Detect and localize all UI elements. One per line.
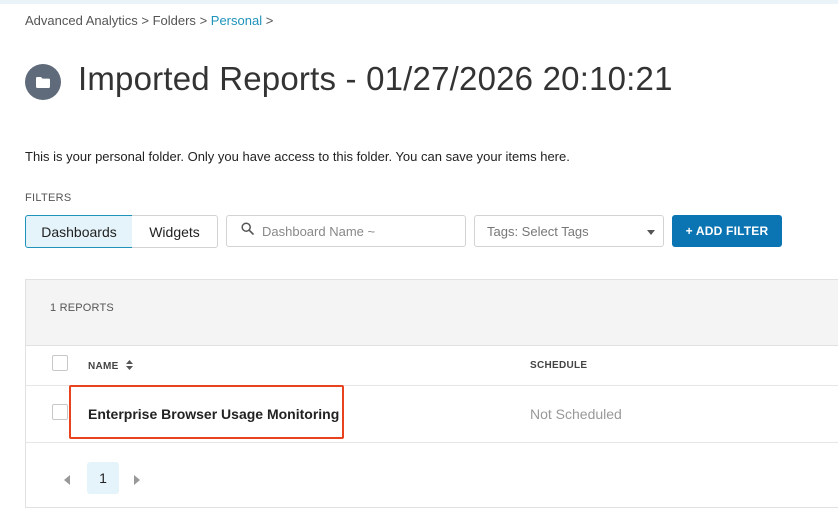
table-header: NAME SCHEDULE	[26, 345, 838, 386]
page-number-button[interactable]: 1	[87, 462, 119, 494]
tags-select[interactable]: Tags: Select Tags	[474, 215, 664, 247]
search-icon	[241, 222, 254, 240]
add-filter-button[interactable]: + ADD FILTER	[672, 215, 782, 247]
column-header-schedule: SCHEDULE	[530, 360, 588, 371]
sort-icon[interactable]	[125, 360, 133, 373]
search-box	[226, 215, 466, 247]
breadcrumb-separator: >	[141, 13, 149, 28]
reports-panel-header: 1 REPORTS	[26, 280, 838, 346]
breadcrumb-advanced-analytics[interactable]: Advanced Analytics	[25, 13, 138, 28]
pagination: 1	[26, 462, 226, 496]
breadcrumb-folders[interactable]: Folders	[153, 13, 196, 28]
report-count: 1 REPORTS	[50, 302, 114, 314]
column-header-name[interactable]: NAME	[88, 360, 133, 373]
tab-widgets[interactable]: Widgets	[132, 215, 218, 248]
breadcrumb: Advanced Analytics > Folders > Personal …	[25, 13, 273, 28]
chevron-right-icon[interactable]	[134, 475, 140, 485]
breadcrumb-separator: >	[265, 13, 274, 28]
top-bar	[0, 0, 838, 4]
breadcrumb-personal[interactable]: Personal	[211, 13, 262, 28]
chevron-down-icon	[647, 230, 655, 235]
folder-description: This is your personal folder. Only you h…	[25, 149, 570, 164]
dashboard-name-search-input[interactable]	[260, 222, 464, 240]
folder-icon	[25, 64, 61, 100]
report-schedule: Not Scheduled	[530, 406, 622, 422]
chevron-left-icon[interactable]	[64, 475, 70, 485]
reports-panel: 1 REPORTS NAME SCHEDULE Enterprise Brows…	[25, 279, 838, 508]
row-checkbox[interactable]	[52, 404, 68, 420]
breadcrumb-separator: >	[199, 13, 208, 28]
select-all-checkbox[interactable]	[52, 355, 68, 371]
page-title: Imported Reports - 01/27/2026 20:10:21	[78, 60, 673, 97]
tab-dashboards[interactable]: Dashboards	[25, 215, 133, 248]
tags-select-label: Tags: Select Tags	[487, 223, 589, 239]
table-row: Enterprise Browser Usage Monitoring Not …	[26, 385, 838, 443]
report-name-link[interactable]: Enterprise Browser Usage Monitoring	[88, 406, 339, 422]
column-header-name-label: NAME	[88, 361, 119, 373]
filters-label: FILTERS	[25, 192, 72, 204]
